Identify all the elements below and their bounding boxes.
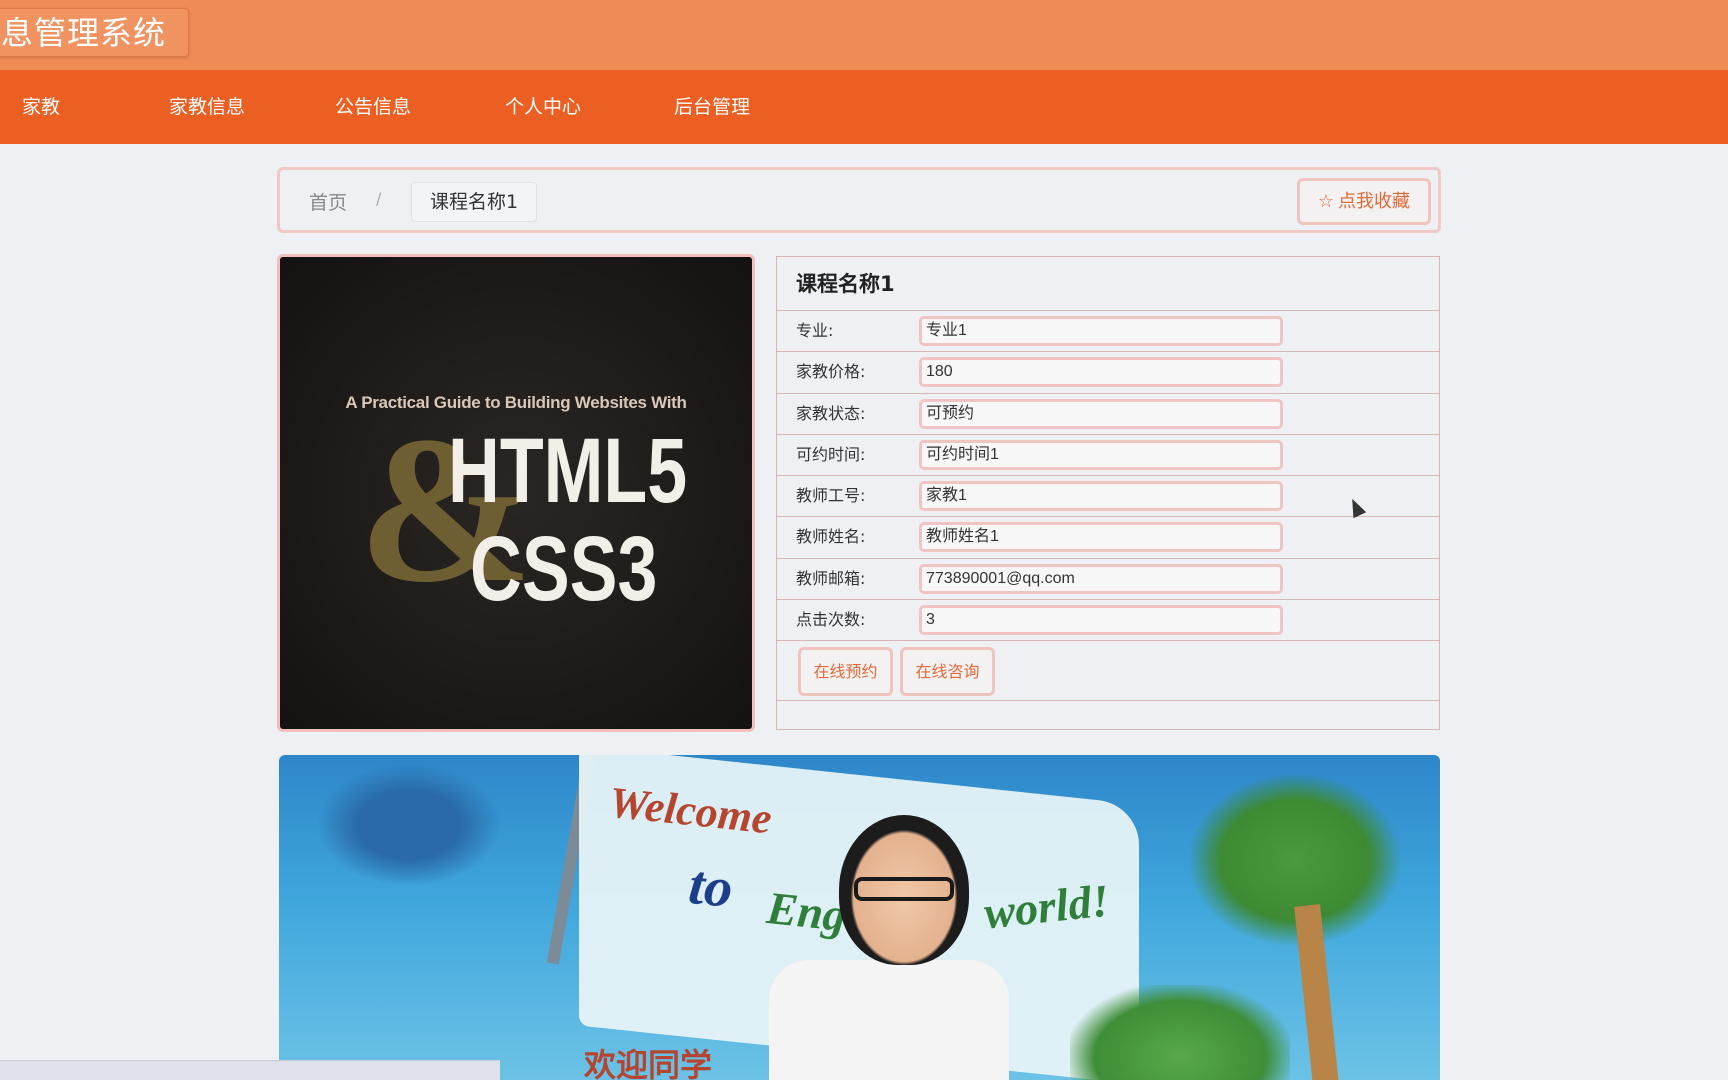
bird-illustration xyxy=(319,765,499,885)
breadcrumb: 首页 / 课程名称1 ☆ 点我收藏 xyxy=(277,167,1441,233)
detail-row-major: 专业: 专业1 xyxy=(777,311,1439,353)
nav-item-tutor-info[interactable]: 家教信息 xyxy=(169,70,245,144)
detail-row-teacher-id: 教师工号: 家教1 xyxy=(777,476,1439,518)
breadcrumb-home[interactable]: 首页 xyxy=(309,188,347,215)
detail-row-available-time: 可约时间: 可约时间1 xyxy=(777,435,1439,477)
major-field[interactable]: 专业1 xyxy=(919,316,1283,346)
banner-eng-text: Eng xyxy=(764,881,849,942)
detail-row-teacher-name: 教师姓名: 教师姓名1 xyxy=(777,517,1439,559)
top-header: 息管理系统 xyxy=(0,0,1728,70)
price-field[interactable]: 180 xyxy=(919,357,1283,388)
teacher-name-field[interactable]: 教师姓名1 xyxy=(919,522,1283,553)
nav-item-home[interactable]: 家教 xyxy=(22,70,60,144)
field-label: 家教价格: xyxy=(796,362,866,382)
course-detail-panel: 课程名称1 专业: 专业1 家教价格: 180 家教状态: 可预约 可约时间: … xyxy=(776,256,1440,730)
field-label: 教师邮箱: xyxy=(796,568,866,588)
presenter-body xyxy=(769,960,1009,1080)
detail-actions: 在线预约 在线咨询 xyxy=(777,641,1439,702)
click-count-field[interactable]: 3 xyxy=(919,605,1283,636)
video-banner[interactable]: Welcome to Eng world! 欢迎同学 xyxy=(279,755,1440,1080)
star-icon: ☆ xyxy=(1317,191,1335,212)
cover-title-css3: CSS3 xyxy=(470,518,658,620)
detail-row-click-count: 点击次数: 3 xyxy=(777,600,1439,642)
field-label: 教师姓名: xyxy=(796,527,866,547)
field-label: 教师工号: xyxy=(796,486,866,506)
favorite-button-label: 点我收藏 xyxy=(1338,191,1411,212)
field-label: 家教状态: xyxy=(796,403,866,423)
available-time-field[interactable]: 可约时间1 xyxy=(919,439,1283,470)
course-title: 课程名称1 xyxy=(777,257,1439,311)
banner-to-text: to xyxy=(685,853,736,921)
consult-online-button[interactable]: 在线咨询 xyxy=(900,647,995,697)
presenter-glasses xyxy=(854,877,954,901)
field-label: 专业: xyxy=(796,321,834,340)
nav-item-admin[interactable]: 后台管理 xyxy=(674,70,750,144)
book-online-button[interactable]: 在线预约 xyxy=(798,647,893,697)
nav-item-profile[interactable]: 个人中心 xyxy=(505,70,581,144)
main-nav: 家教 家教信息 公告信息 个人中心 后台管理 xyxy=(0,70,1728,144)
bottom-scroll-strip xyxy=(0,1060,500,1080)
detail-row-status: 家教状态: 可预约 xyxy=(777,394,1439,435)
breadcrumb-current: 课程名称1 xyxy=(411,182,538,222)
breadcrumb-separator: / xyxy=(376,189,382,208)
favorite-button[interactable]: ☆ 点我收藏 xyxy=(1297,178,1431,225)
course-cover-image: A Practical Guide to Building Websites W… xyxy=(277,254,755,732)
field-label: 可约时间: xyxy=(796,444,866,464)
field-label: 点击次数: xyxy=(796,610,866,630)
banner-cn-text: 欢迎同学 xyxy=(584,1047,713,1080)
site-title[interactable]: 息管理系统 xyxy=(0,8,190,57)
detail-row-price: 家教价格: 180 xyxy=(777,352,1439,394)
cover-title-html5: HTML5 xyxy=(448,420,688,522)
bush-illustration xyxy=(1070,985,1290,1080)
status-field[interactable]: 可预约 xyxy=(919,398,1283,429)
teacher-email-field[interactable]: 773890001@qq.com xyxy=(919,563,1283,594)
detail-row-teacher-email: 教师邮箱: 773890001@qq.com xyxy=(777,559,1439,601)
nav-item-announcements[interactable]: 公告信息 xyxy=(335,70,411,144)
teacher-id-field[interactable]: 家教1 xyxy=(919,481,1283,512)
